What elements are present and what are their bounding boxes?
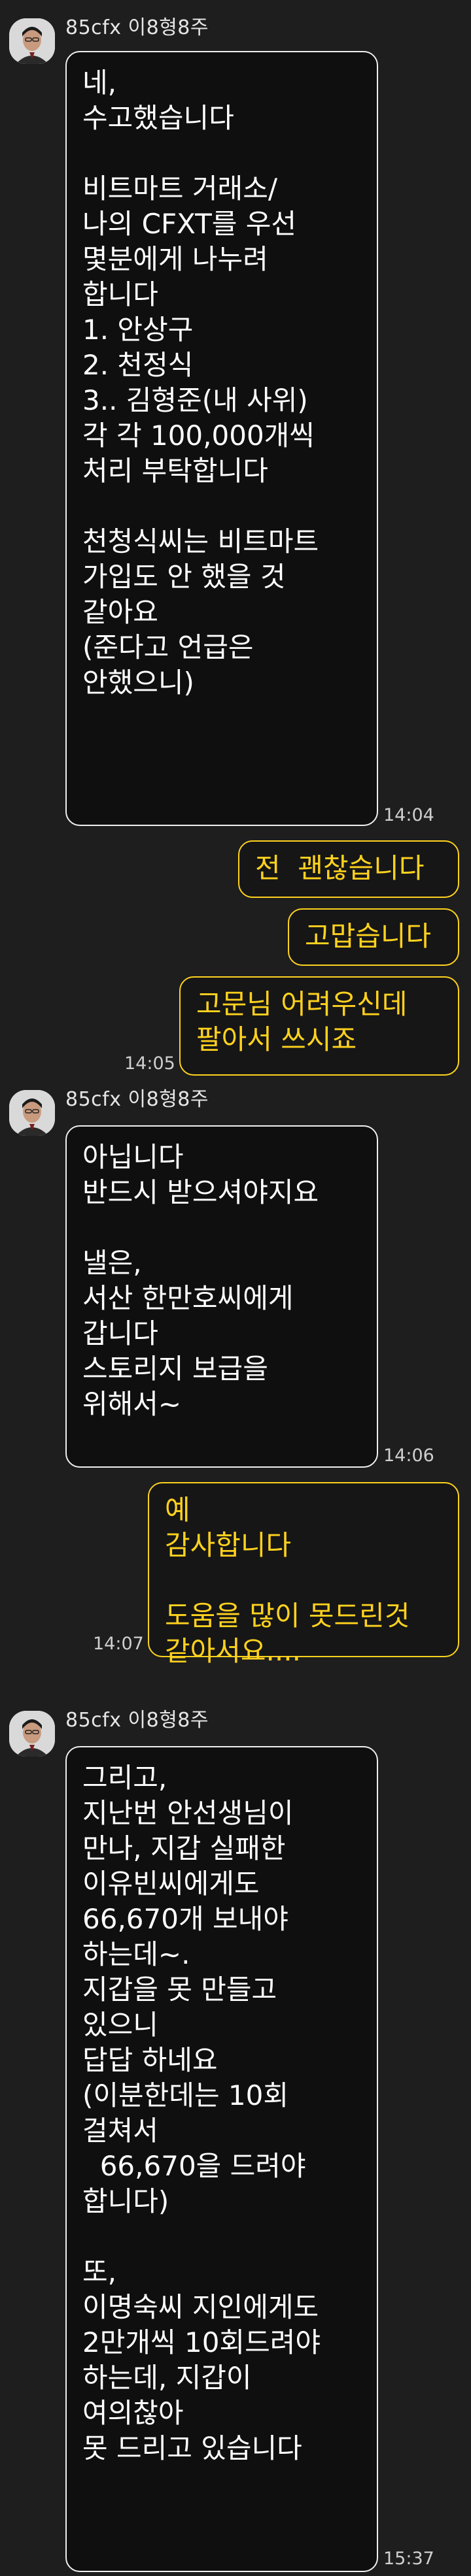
message-bubble[interactable]: 네, 수고했습니다 비트마트 거래소/ 나의 CFXT를 우선 몇분에게 나누려…	[65, 51, 378, 826]
sender-name: 85cfx 이8형8주	[65, 16, 209, 39]
sender-name: 85cfx 이8형8주	[65, 1709, 209, 1732]
avatar-photo-icon	[9, 18, 55, 64]
message-time: 14:06	[383, 1445, 434, 1466]
avatar-photo-icon	[9, 1711, 55, 1757]
message-bubble[interactable]: 고맙습니다	[288, 908, 459, 966]
message-time: 14:04	[383, 805, 434, 825]
avatar[interactable]	[9, 18, 55, 64]
message-bubble[interactable]: 아닙니다 반드시 받으셔야지요 낼은, 서산 한만호씨에게 갑니다 스토리지 보…	[65, 1125, 378, 1468]
avatar[interactable]	[9, 1711, 55, 1757]
message-time: 14:05	[124, 1053, 175, 1074]
message-time: 14:07	[93, 1634, 144, 1654]
sender-name: 85cfx 이8형8주	[65, 1088, 209, 1111]
avatar[interactable]	[9, 1090, 55, 1136]
message-bubble[interactable]: 그리고, 지난번 안선생님이 만나, 지갑 실패한 이유빈씨에게도 66,670…	[65, 1746, 378, 2572]
avatar-photo-icon	[9, 1090, 55, 1136]
message-bubble[interactable]: 예 감사합니다 도움을 많이 못드린것 같아서요....	[148, 1482, 459, 1667]
message-bubble[interactable]: 고문님 어려우신데 팔아서 쓰시죠	[179, 976, 459, 1076]
message-bubble[interactable]: 전 괜찮습니다	[238, 840, 459, 898]
message-time: 15:37	[383, 2549, 434, 2569]
